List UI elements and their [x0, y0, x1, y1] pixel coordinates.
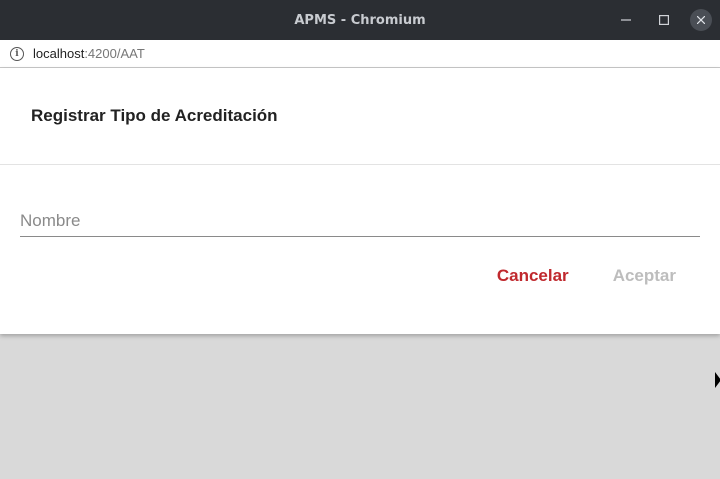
mouse-cursor-icon: [715, 372, 720, 388]
url-path: :4200/AAT: [84, 46, 145, 61]
dialog-title: Registrar Tipo de Acreditación: [31, 106, 278, 125]
window-title: APMS - Chromium: [294, 12, 426, 28]
name-field-container: [20, 206, 700, 237]
window-controls: [614, 0, 712, 40]
site-info-icon[interactable]: i: [10, 46, 24, 61]
accept-button[interactable]: Aceptar: [613, 266, 676, 286]
window-titlebar: APMS - Chromium: [0, 0, 720, 40]
url-host: localhost: [33, 46, 85, 61]
register-dialog: Registrar Tipo de Acreditación Cancelar …: [0, 68, 720, 334]
name-input[interactable]: [20, 206, 700, 236]
address-bar[interactable]: i localhost :4200/AAT: [0, 40, 720, 68]
maximize-icon[interactable]: [652, 8, 676, 32]
dialog-header: Registrar Tipo de Acreditación: [0, 68, 720, 165]
dialog-actions: Cancelar Aceptar: [497, 266, 676, 286]
close-icon[interactable]: [690, 9, 712, 31]
minimize-icon[interactable]: [614, 8, 638, 32]
cancel-button[interactable]: Cancelar: [497, 266, 569, 286]
